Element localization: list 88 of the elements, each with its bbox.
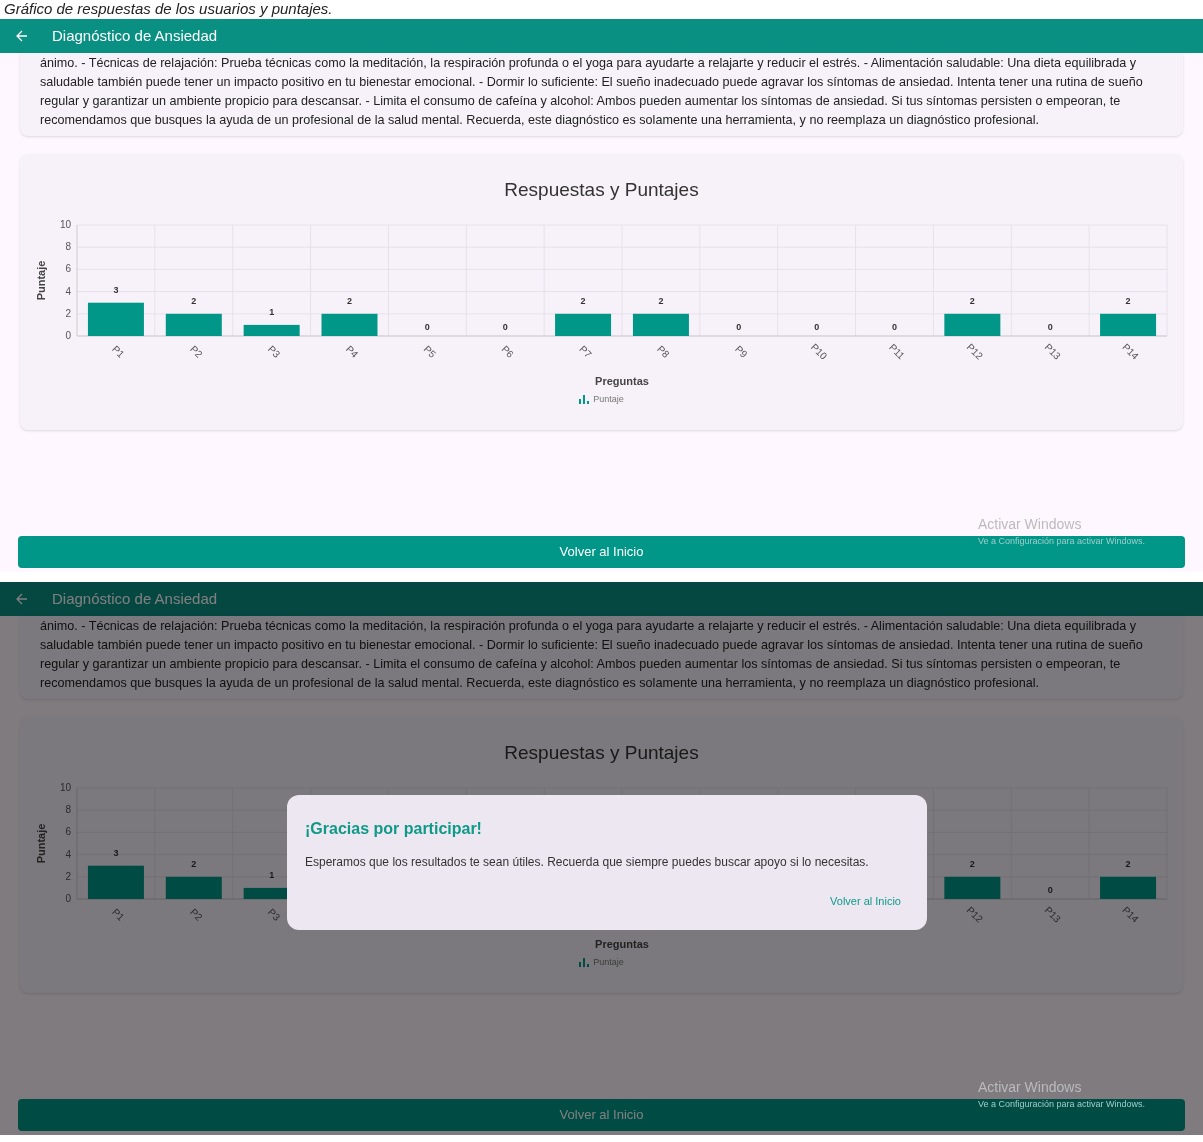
- bar-value-label: 2: [657, 295, 663, 306]
- bar-value-label: 0: [502, 321, 508, 332]
- bar: [943, 876, 1000, 899]
- bar-value-label: 0: [813, 321, 819, 332]
- bar-value-label: 2: [580, 295, 586, 306]
- x-tick-label: P13: [1042, 903, 1063, 925]
- x-tick-label: P6: [498, 342, 516, 360]
- y-tick-label: 6: [64, 825, 71, 837]
- legend-label: Puntaje: [593, 392, 624, 406]
- watermark-subtitle: Ve a Configuración para activar Windows.: [977, 1097, 1145, 1111]
- dialog-message: Esperamos que los resultados te sean útiles. Recuerda que siempre puedes buscar apoyo si lo necesitas.: [305, 854, 870, 871]
- x-axis-label: Preguntas: [594, 937, 649, 950]
- bar: [87, 302, 144, 336]
- app-bar-title: Diagnóstico de Ansiedad: [52, 25, 218, 46]
- bar: [165, 876, 222, 899]
- x-tick-label: P1: [109, 905, 127, 923]
- y-tick-label: 4: [64, 285, 71, 297]
- y-tick-label: 10: [59, 781, 71, 793]
- bar-value-label: 0: [735, 321, 741, 332]
- recommendations-text: ánimo. - Técnicas de relajación: Prueba técnicas como la meditación, la respiración profunda o el yoga para ayudarte a relajarte y reducir el estrés. - Alimentación saludable: Una dieta equilibrada y saludable también puede tener un impacto positivo en tu bienestar emocional. - Dormir lo suficiente: El sueño inadecuado puede agravar los síntomas de ansiedad. Intenta tener una rutina de sueño regular y garantizar un ambiente propicio para descansar. - Limita el consumo de cafeína y alcohol: Ambos pueden aumentar los síntomas de ansiedad. Si tus síntomas persisten o empeoran, te recomendamos que busques la ayuda de un profesional de la salud mental. Recuerda, este diagnóstico es solamente una herramienta, y no reemplaza un diagnóstico profesional.: [40, 618, 1144, 692]
- bar-value-label: 3: [112, 284, 118, 295]
- x-tick-label: P11: [886, 341, 907, 361]
- bar-value-label: 2: [346, 295, 352, 306]
- bar-value-label: 3: [112, 847, 118, 858]
- bar: [1099, 313, 1156, 336]
- x-tick-label: P10: [808, 340, 829, 362]
- chart-title: Respuestas y Puntajes: [504, 178, 699, 202]
- y-tick-label: 0: [64, 892, 71, 904]
- bar-value-label: 2: [190, 295, 196, 306]
- y-tick-label: 6: [64, 262, 71, 274]
- y-tick-label: 10: [59, 218, 71, 230]
- bar: [554, 313, 611, 336]
- legend-bar-chart-icon: [579, 957, 590, 967]
- y-tick-label: 8: [64, 240, 71, 252]
- legend-label: Puntaje: [593, 955, 624, 969]
- bar-value-label: 2: [190, 858, 196, 869]
- app-bar-title: Diagnóstico de Ansiedad: [52, 588, 218, 609]
- x-tick-label: P12: [964, 340, 985, 362]
- bar-value-label: 2: [1125, 858, 1131, 869]
- y-tick-label: 4: [64, 848, 71, 860]
- x-axis-label: Preguntas: [594, 374, 649, 387]
- bar-value-label: 2: [969, 858, 975, 869]
- bar-value-label: 0: [1047, 884, 1053, 895]
- bar-value-label: 0: [1047, 321, 1053, 332]
- legend-bar-chart-icon: [579, 394, 590, 404]
- bar: [87, 865, 144, 899]
- back-arrow-icon[interactable]: [16, 30, 28, 42]
- bar: [321, 313, 377, 336]
- bar-value-label: 1: [268, 869, 274, 880]
- y-tick-label: 8: [64, 803, 71, 815]
- x-tick-label: P14: [1119, 340, 1141, 362]
- bar: [1099, 876, 1156, 899]
- x-tick-label: P5: [421, 342, 438, 360]
- back-arrow-icon[interactable]: [16, 593, 28, 605]
- bar-value-label: 2: [1125, 295, 1131, 306]
- x-tick-label: P4: [343, 342, 360, 360]
- recommendations-text: ánimo. - Técnicas de relajación: Prueba técnicas como la meditación, la respiración profunda o el yoga para ayudarte a relajarte y reducir el estrés. - Alimentación saludable: Una dieta equilibrada y saludable también puede tener un impacto positivo en tu bienestar emocional. - Dormir lo suficiente: El sueño inadecuado puede agravar los síntomas de ansiedad. Intenta tener una rutina de sueño regular y garantizar un ambiente propicio para descansar. - Limita el consumo de cafeína y alcohol: Ambos pueden aumentar los síntomas de ansiedad. Si tus síntomas persisten o empeoran, te recomendamos que busques la ayuda de un profesional de la salud mental. Recuerda, este diagnóstico es solamente una herramienta, y no reemplaza un diagnóstico profesional.: [40, 55, 1144, 129]
- back-to-home-link[interactable]: Volver al Inicio: [822, 889, 909, 914]
- x-tick-label: P3: [265, 905, 282, 923]
- y-tick-label: 2: [64, 870, 71, 882]
- x-tick-label: P8: [654, 342, 672, 360]
- y-tick-label: 0: [64, 329, 71, 341]
- x-tick-label: P7: [576, 342, 594, 360]
- x-tick-label: P13: [1042, 340, 1063, 362]
- watermark-subtitle: Ve a Configuración para activar Windows.: [977, 534, 1145, 548]
- x-tick-label: P2: [187, 342, 204, 360]
- bar-value-label: 0: [424, 321, 430, 332]
- bar-value-label: 1: [268, 306, 274, 317]
- x-tick-label: P1: [109, 342, 127, 360]
- y-axis-label: Puntaje: [34, 260, 47, 300]
- bar: [943, 313, 1000, 336]
- x-tick-label: P14: [1119, 903, 1141, 925]
- x-tick-label: P12: [964, 903, 985, 925]
- bar: [165, 313, 222, 336]
- watermark-title: Activar Windows: [977, 514, 1083, 534]
- x-tick-label: P3: [265, 342, 282, 360]
- bar-value-label: 2: [969, 295, 975, 306]
- caption: Gráfico de respuestas de los usuarios y puntajes.: [3, 0, 334, 17]
- bar-value-label: 0: [891, 321, 897, 332]
- y-tick-label: 2: [64, 307, 71, 319]
- chart-title: Respuestas y Puntajes: [504, 741, 699, 765]
- x-tick-label: P9: [732, 342, 749, 360]
- bar: [632, 313, 689, 336]
- watermark-title: Activar Windows: [977, 1077, 1083, 1097]
- x-tick-label: P2: [187, 905, 204, 923]
- bar: [243, 324, 300, 336]
- dialog-title: ¡Gracias por participar!: [305, 819, 483, 839]
- y-axis-label: Puntaje: [34, 823, 47, 863]
